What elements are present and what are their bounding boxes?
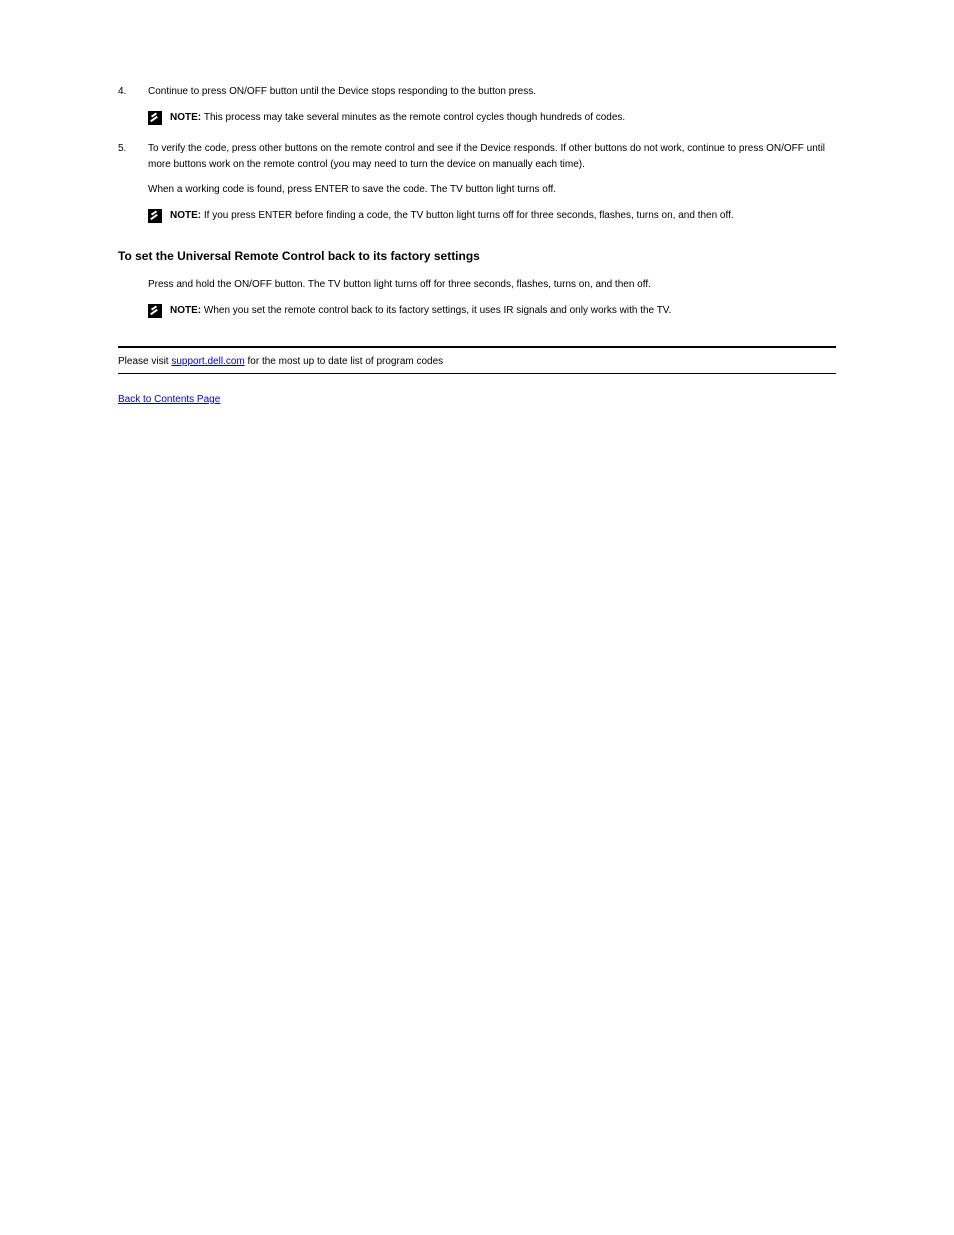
divider-top: [118, 346, 836, 348]
divider-bottom: [118, 373, 836, 374]
note-icon: [148, 111, 162, 125]
note1-text: NOTE: This process may take several minu…: [170, 110, 625, 126]
factory-reset-heading: To set the Universal Remote Control back…: [118, 249, 836, 263]
note2-body: If you press ENTER before finding a code…: [204, 210, 734, 221]
help-prefix: Please visit: [118, 356, 171, 367]
note3-text: NOTE: When you set the remote control ba…: [170, 303, 671, 319]
note3-body: When you set the remote control back to …: [204, 305, 671, 316]
step5-text1: To verify the code, press other buttons …: [148, 141, 836, 172]
note2-text: NOTE: If you press ENTER before finding …: [170, 208, 734, 224]
back-to-contents-link[interactable]: Back to Contents Page: [118, 394, 220, 405]
step5-number: 5.: [118, 141, 148, 156]
note-icon: [148, 304, 162, 318]
note1-body: This process may take several minutes as…: [204, 112, 625, 123]
note1-label: NOTE:: [170, 112, 204, 123]
support-link[interactable]: support.dell.com: [171, 356, 244, 367]
factory-reset-step: Press and hold the ON/OFF button. The TV…: [148, 277, 836, 293]
step4-text: Continue to press ON/OFF button until th…: [148, 84, 836, 100]
note-icon: [148, 209, 162, 223]
help-suffix: for the most up to date list of program …: [245, 356, 443, 367]
step4-number: 4.: [118, 84, 148, 99]
note2-label: NOTE:: [170, 210, 204, 221]
step5-text2: When a working code is found, press ENTE…: [148, 182, 836, 198]
note3-label: NOTE:: [170, 305, 204, 316]
